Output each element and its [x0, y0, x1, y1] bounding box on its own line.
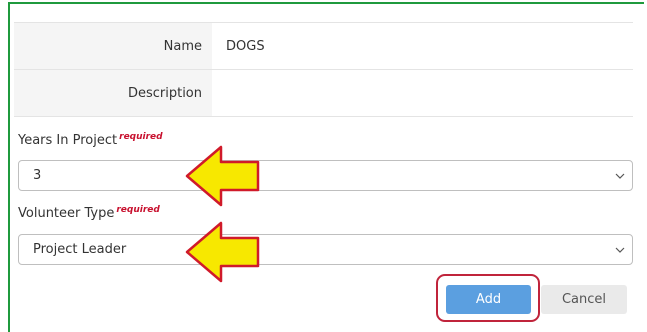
years-in-project-select[interactable]: 3 [18, 160, 633, 191]
years-in-project-label-text: Years In Project [18, 133, 118, 148]
cancel-button[interactable]: Cancel [541, 285, 627, 314]
info-table: Name DOGS Description [14, 22, 633, 117]
years-in-project-label: Years In Project required [18, 132, 163, 148]
name-label: Name [14, 23, 212, 69]
years-in-project-value: 3 [33, 168, 42, 183]
name-value: DOGS [226, 38, 265, 54]
volunteer-type-select[interactable]: Project Leader [18, 234, 633, 265]
required-marker: required [119, 132, 163, 142]
chevron-down-icon [608, 173, 632, 179]
chevron-down-icon [608, 247, 632, 253]
info-row-name: Name DOGS [14, 23, 633, 70]
required-marker: required [116, 205, 160, 215]
volunteer-type-value: Project Leader [33, 242, 127, 257]
add-button[interactable]: Add [446, 285, 531, 314]
annotation-arrow-icon [185, 221, 260, 283]
volunteer-type-label: Volunteer Type required [18, 205, 160, 221]
info-row-description: Description [14, 70, 633, 117]
annotation-arrow-icon [185, 145, 260, 207]
volunteer-type-label-text: Volunteer Type [18, 206, 115, 221]
description-label: Description [14, 70, 212, 116]
